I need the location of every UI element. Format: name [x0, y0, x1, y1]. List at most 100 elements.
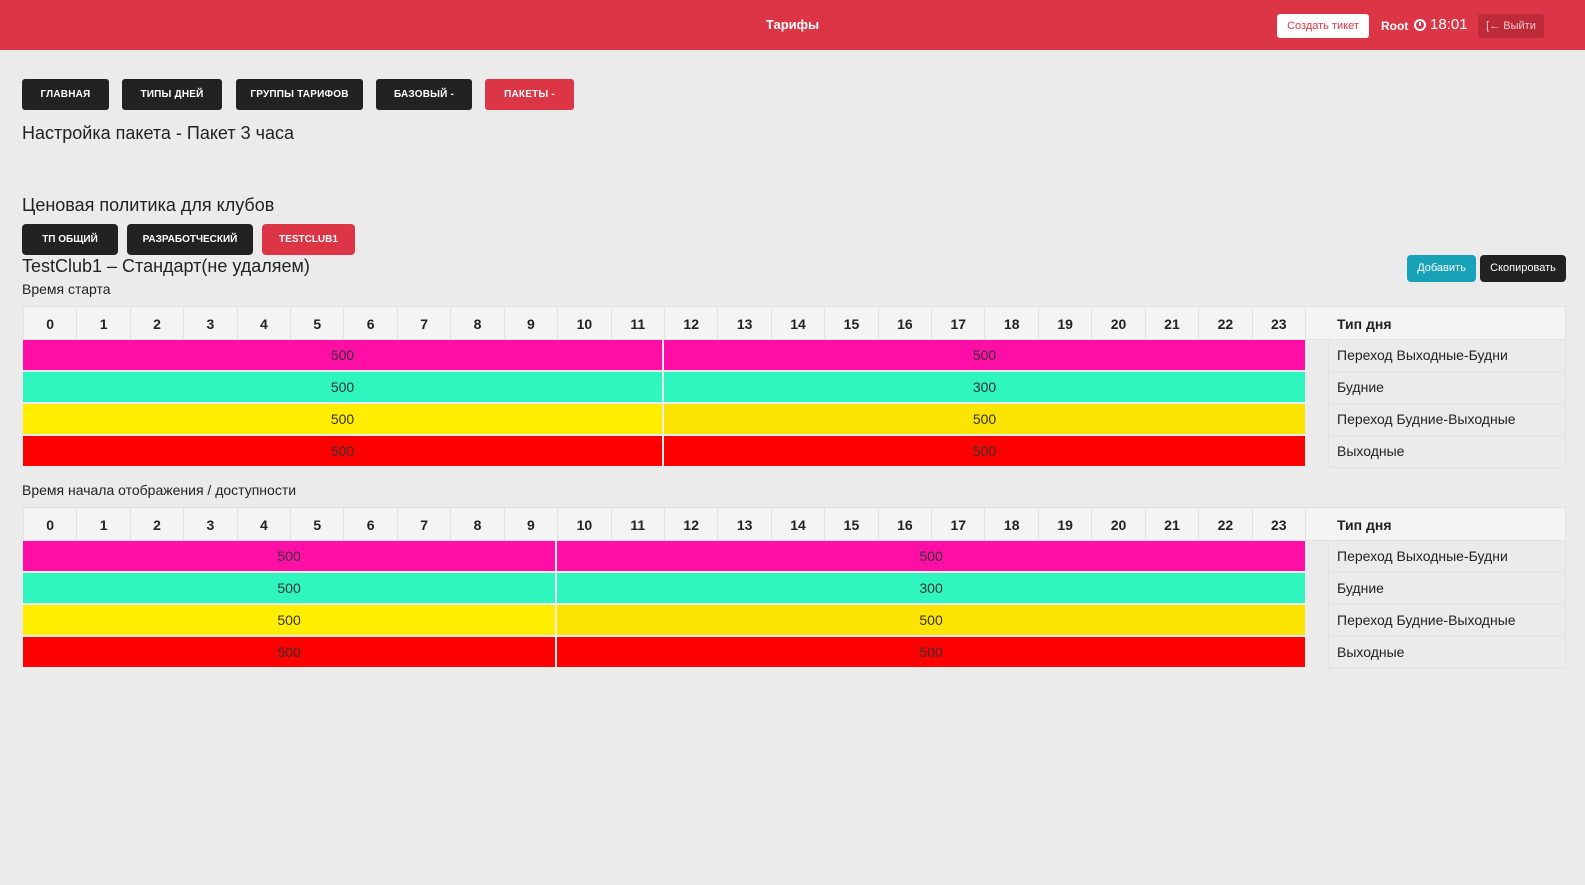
grid-label-start: Время старта — [22, 281, 111, 297]
price-segment[interactable]: 500 — [23, 605, 556, 635]
start-time-grid: 0 1 2 3 4 5 6 7 8 9 10 11 12 13 14 15 16 17 18 19 20 21 22 23 Ти… — [23, 306, 1566, 468]
hour-header: 0 — [24, 307, 78, 341]
hour-header: 3 — [184, 508, 238, 542]
grid-row: 500 500 Переход Выходные-Будни — [23, 541, 1566, 573]
grid-row: 500 500 Переход Будние-Выходные — [23, 404, 1566, 436]
price-segment[interactable]: 500 — [23, 404, 662, 434]
price-segment[interactable]: 500 — [557, 637, 1305, 667]
grid-row: 500 500 Выходные — [23, 436, 1566, 468]
hour-header: 19 — [1039, 508, 1093, 542]
hour-header: 9 — [505, 508, 559, 542]
hour-header: 0 — [24, 508, 78, 542]
hour-header: 10 — [558, 508, 612, 542]
price-segment[interactable]: 500 — [664, 340, 1305, 370]
hour-header: 20 — [1092, 508, 1146, 542]
create-ticket-button[interactable]: Создать тикет — [1277, 14, 1369, 38]
day-type-label: Переход Будние-Выходные — [1328, 605, 1566, 637]
day-type-label: Выходные — [1328, 637, 1566, 669]
club-tab-general[interactable]: ТП ОБЩИЙ — [22, 224, 118, 255]
price-segment[interactable]: 500 — [23, 340, 662, 370]
hour-header: 18 — [986, 508, 1039, 542]
grid-row: 500 500 Переход Будние-Выходные — [23, 605, 1566, 637]
hour-header: 23 — [1253, 307, 1306, 341]
hour-header: 15 — [825, 307, 879, 341]
day-type-label: Будние — [1328, 573, 1566, 605]
clock-icon — [1414, 18, 1426, 31]
hour-header: 6 — [345, 508, 398, 542]
price-segment[interactable]: 500 — [23, 637, 556, 667]
clock-time: 18:01 — [1430, 16, 1468, 33]
clock: 18:01 — [1414, 16, 1468, 33]
day-type-label: Будние — [1328, 372, 1566, 404]
hour-header: 8 — [451, 307, 505, 341]
hour-header: 14 — [772, 508, 826, 542]
grid-header-row: 0 1 2 3 4 5 6 7 8 9 10 11 12 13 14 15 16 17 18 19 20 21 22 23 Ти… — [23, 306, 1566, 341]
hour-header: 7 — [398, 307, 452, 341]
copy-button[interactable]: Скопировать — [1480, 255, 1566, 282]
nav-base-dropdown[interactable]: БАЗОВЫЙ - — [376, 79, 472, 110]
add-button[interactable]: Добавить — [1407, 255, 1476, 282]
hour-header: 6 — [345, 307, 398, 341]
hour-header: 20 — [1092, 307, 1146, 341]
grid-row: 500 500 Выходные — [23, 637, 1566, 669]
hour-header: 23 — [1253, 508, 1306, 542]
hour-header: 22 — [1199, 508, 1253, 542]
hour-header: 1 — [77, 307, 131, 341]
club-tab-developer[interactable]: РАЗРАБОТЧЕСКИЙ — [127, 224, 253, 255]
hour-header: 2 — [131, 307, 185, 341]
hour-header: 22 — [1199, 307, 1253, 341]
nav-packages-dropdown[interactable]: ПАКЕТЫ - — [485, 79, 574, 110]
hour-header: 11 — [612, 307, 665, 341]
price-segment[interactable]: 500 — [557, 541, 1305, 571]
day-type-header: Тип дня — [1337, 316, 1392, 332]
nav-day-types-button[interactable]: ТИПЫ ДНЕЙ — [122, 79, 222, 110]
price-segment[interactable]: 500 — [557, 605, 1305, 635]
package-heading: Настройка пакета - Пакет 3 часа — [22, 123, 295, 143]
price-segment[interactable]: 500 — [23, 372, 662, 402]
hour-header: 1 — [77, 508, 131, 542]
display-time-grid: 0 1 2 3 4 5 6 7 8 9 10 11 12 13 14 15 16 17 18 19 20 21 22 23 Ти… — [23, 507, 1566, 669]
grid-row: 500 300 Будние — [23, 573, 1566, 605]
price-segment[interactable]: 500 — [664, 436, 1305, 466]
hour-header: 19 — [1039, 307, 1093, 341]
user-name: Root — [1381, 19, 1409, 33]
hour-header: 13 — [718, 508, 772, 542]
hour-header: 16 — [879, 508, 933, 542]
price-segment[interactable]: 300 — [664, 372, 1305, 402]
logout-button[interactable]: [← Выйти — [1478, 14, 1544, 38]
hour-header: 16 — [879, 307, 933, 341]
grid-row: 500 300 Будние — [23, 372, 1566, 404]
hour-header: 18 — [986, 307, 1039, 341]
price-segment[interactable]: 500 — [23, 573, 556, 603]
club-tab-testclub1[interactable]: TESTCLUB1 — [262, 224, 355, 255]
hour-header: 2 — [131, 508, 185, 542]
hour-header: 5 — [291, 307, 345, 341]
top-bar: Тарифы Создать тикет Root 18:01 [← Выйти — [0, 0, 1585, 50]
day-type-header: Тип дня — [1337, 517, 1392, 533]
hour-header: 21 — [1146, 307, 1200, 341]
day-type-label: Выходные — [1328, 436, 1566, 468]
hour-header: 12 — [665, 307, 719, 341]
hour-header: 11 — [612, 508, 665, 542]
nav-tariff-groups-button[interactable]: ГРУППЫ ТАРИФОВ — [236, 79, 363, 110]
day-type-label: Переход Будние-Выходные — [1328, 404, 1566, 436]
nav-home-button[interactable]: ГЛАВНАЯ — [22, 79, 109, 110]
price-segment[interactable]: 500 — [664, 404, 1305, 434]
grid-header-row: 0 1 2 3 4 5 6 7 8 9 10 11 12 13 14 15 16 17 18 19 20 21 22 23 Ти… — [23, 507, 1566, 542]
price-segment[interactable]: 300 — [557, 573, 1305, 603]
hour-header: 17 — [932, 307, 986, 341]
price-segment[interactable]: 500 — [23, 541, 556, 571]
logout-icon: [← — [1486, 20, 1501, 32]
hour-header: 5 — [291, 508, 345, 542]
price-segment[interactable]: 500 — [23, 436, 662, 466]
hour-header: 8 — [451, 508, 505, 542]
hour-header: 17 — [932, 508, 986, 542]
grid-row: 500 500 Переход Выходные-Будни — [23, 340, 1566, 372]
tariff-heading: TestClub1 – Стандарт(не удаляем) — [22, 256, 310, 276]
hour-header: 9 — [505, 307, 559, 341]
hour-header: 13 — [718, 307, 772, 341]
hour-header: 3 — [184, 307, 238, 341]
hour-header: 4 — [238, 307, 292, 341]
hour-header: 15 — [825, 508, 879, 542]
hour-header: 12 — [665, 508, 719, 542]
